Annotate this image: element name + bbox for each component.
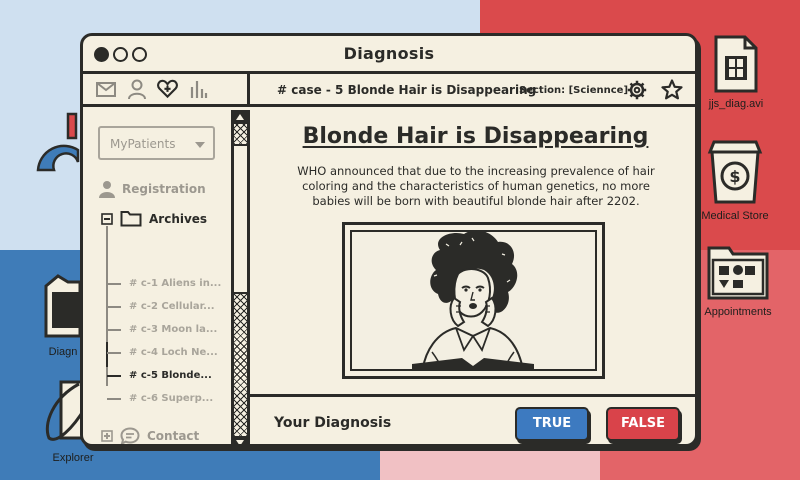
article-panel: Blonde Hair is Disappearing WHO announce… (250, 110, 695, 394)
case-item-label: # c-4 Loch Ne... (129, 347, 218, 358)
your-diagnosis-label: Your Diagnosis (274, 415, 392, 431)
window-title: Diagnosis (343, 44, 435, 63)
video-file-icon (714, 35, 758, 93)
article-body: WHO announced that due to the increasing… (297, 164, 655, 208)
favorite-star-icon[interactable] (661, 79, 683, 104)
scroll-track[interactable] (234, 292, 247, 436)
patient-filter-value: MyPatients (110, 137, 176, 151)
sidebar-item-label: Archives (149, 211, 208, 226)
article-photo (350, 230, 597, 371)
folder-calendar-icon (707, 246, 769, 300)
expand-icon (101, 430, 113, 442)
settings-gear-icon[interactable] (627, 80, 647, 104)
false-button[interactable]: FALSE (606, 407, 680, 441)
toolbar-icon-group (83, 74, 250, 104)
folder-icon (120, 211, 142, 227)
heart-plus-icon[interactable] (157, 79, 178, 100)
sidebar-scrollbar[interactable] (231, 110, 250, 444)
case-item-label: # c-5 Blonde... (129, 370, 212, 381)
desktop-video-label: jjs_diag.avi (708, 98, 764, 110)
diagnosis-window: Diagnosis # case - 5 Blonde Hair is Disa… (80, 33, 698, 447)
chevron-down-icon (195, 142, 205, 148)
scroll-up-arrow[interactable] (234, 110, 247, 124)
case-item-c4[interactable]: # c-4 Loch Ne... (107, 347, 218, 358)
desktop-appointments-label: Appointments (704, 306, 772, 318)
desktop-explorer-label: Explorer (52, 452, 94, 464)
case-item-label: # c-2 Cellular... (129, 301, 215, 312)
toolbar: # case - 5 Blonde Hair is Disappearing S… (83, 74, 695, 107)
woman-portrait-illustration (412, 232, 534, 369)
scroll-down-arrow[interactable] (234, 436, 247, 444)
true-button[interactable]: TRUE (515, 407, 589, 441)
mail-icon[interactable] (95, 79, 116, 100)
desktop-store-label: Medical Store (701, 210, 769, 222)
case-item-c2[interactable]: # c-2 Cellular... (107, 301, 215, 312)
sidebar-item-label: Contact (147, 429, 200, 443)
patient-filter-select[interactable]: MyPatients (98, 126, 215, 160)
case-item-label: # c-1 Aliens in... (129, 278, 222, 289)
case-item-c5-selected[interactable]: # c-5 Blonde... (107, 370, 212, 381)
stats-icon[interactable] (188, 79, 209, 100)
title-bar[interactable]: Diagnosis (83, 36, 695, 74)
case-item-label: # c-3 Moon la... (129, 324, 218, 335)
case-item-c6[interactable]: # c-6 Superp... (107, 393, 213, 404)
sidebar-item-contact[interactable]: Contact (101, 427, 200, 444)
section-label: Section: [Sciennce] (519, 85, 629, 96)
desktop-medical-store[interactable]: $ Medical Store (690, 136, 780, 222)
sidebar-item-label: Registration (122, 182, 206, 196)
svg-text:$: $ (729, 167, 740, 186)
article-title: Blonde Hair is Disappearing (302, 124, 649, 149)
user-icon[interactable] (126, 79, 147, 100)
sidebar-item-registration[interactable]: Registration (99, 180, 206, 198)
desktop-video-file[interactable]: jjs_diag.avi (695, 34, 777, 110)
chat-bubble-icon (120, 427, 140, 444)
article-photo-frame (342, 222, 605, 379)
desktop-appointments[interactable]: Appointments (690, 240, 786, 318)
case-item-c3[interactable]: # c-3 Moon la... (107, 324, 217, 335)
desktop-magnet-icon[interactable] (28, 110, 80, 200)
case-item-label: # c-6 Superp... (129, 393, 214, 404)
shopping-bag-icon: $ (707, 140, 763, 204)
diagnosis-footer: Your Diagnosis TRUE FALSE (250, 394, 695, 444)
person-icon (99, 181, 115, 198)
case-item-c1[interactable]: # c-1 Aliens in... (107, 278, 221, 289)
scroll-track[interactable] (234, 124, 247, 146)
scroll-thumb[interactable] (234, 146, 247, 292)
case-title: # case - 5 Blonde Hair is Disappearing (277, 83, 537, 97)
collapse-icon (101, 212, 113, 225)
sidebar: MyPatients Registration Archives # c-1 A… (83, 110, 231, 444)
sidebar-item-archives[interactable]: Archives (101, 210, 207, 227)
